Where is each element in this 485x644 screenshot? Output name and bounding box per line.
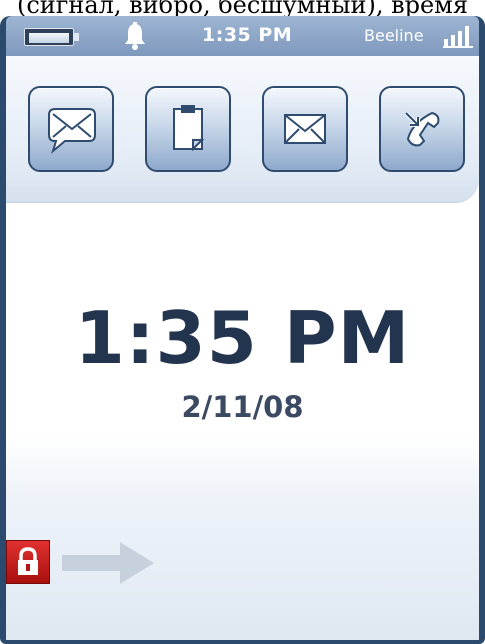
clock-time: 1:35 PM	[74, 296, 411, 380]
battery-icon[interactable]	[24, 28, 80, 46]
tasks-tile[interactable]	[145, 86, 231, 172]
text-message-tile[interactable]	[28, 86, 114, 172]
arrow-right-icon[interactable]	[58, 538, 158, 588]
bell-icon[interactable]	[122, 22, 148, 52]
padlock-icon	[18, 547, 38, 575]
email-tile[interactable]	[262, 86, 348, 172]
phone-frame: 1:35 PM Beeline 1:35 PM 2/11/08	[0, 16, 485, 644]
phone-arrow-icon	[404, 111, 440, 147]
lock-button[interactable]	[6, 540, 50, 584]
caption-text: (сигнал, вибро, бесшумный), время	[16, 0, 468, 16]
clock-date: 2/11/08	[181, 390, 304, 424]
status-bar: 1:35 PM Beeline	[6, 16, 479, 56]
signal-bars-icon[interactable]	[443, 24, 475, 48]
status-time[interactable]: 1:35 PM	[202, 24, 292, 46]
clock-block[interactable]: 1:35 PM 2/11/08	[6, 296, 479, 424]
missed-calls-tile[interactable]	[379, 86, 465, 172]
today-screen: 1:35 PM 2/11/08	[6, 56, 479, 640]
notification-tray	[6, 56, 479, 203]
carrier-name[interactable]: Beeline	[364, 26, 424, 45]
speech-bubble-envelope-icon	[48, 108, 96, 154]
envelope-icon	[284, 114, 326, 144]
clipboard-icon	[173, 105, 205, 152]
